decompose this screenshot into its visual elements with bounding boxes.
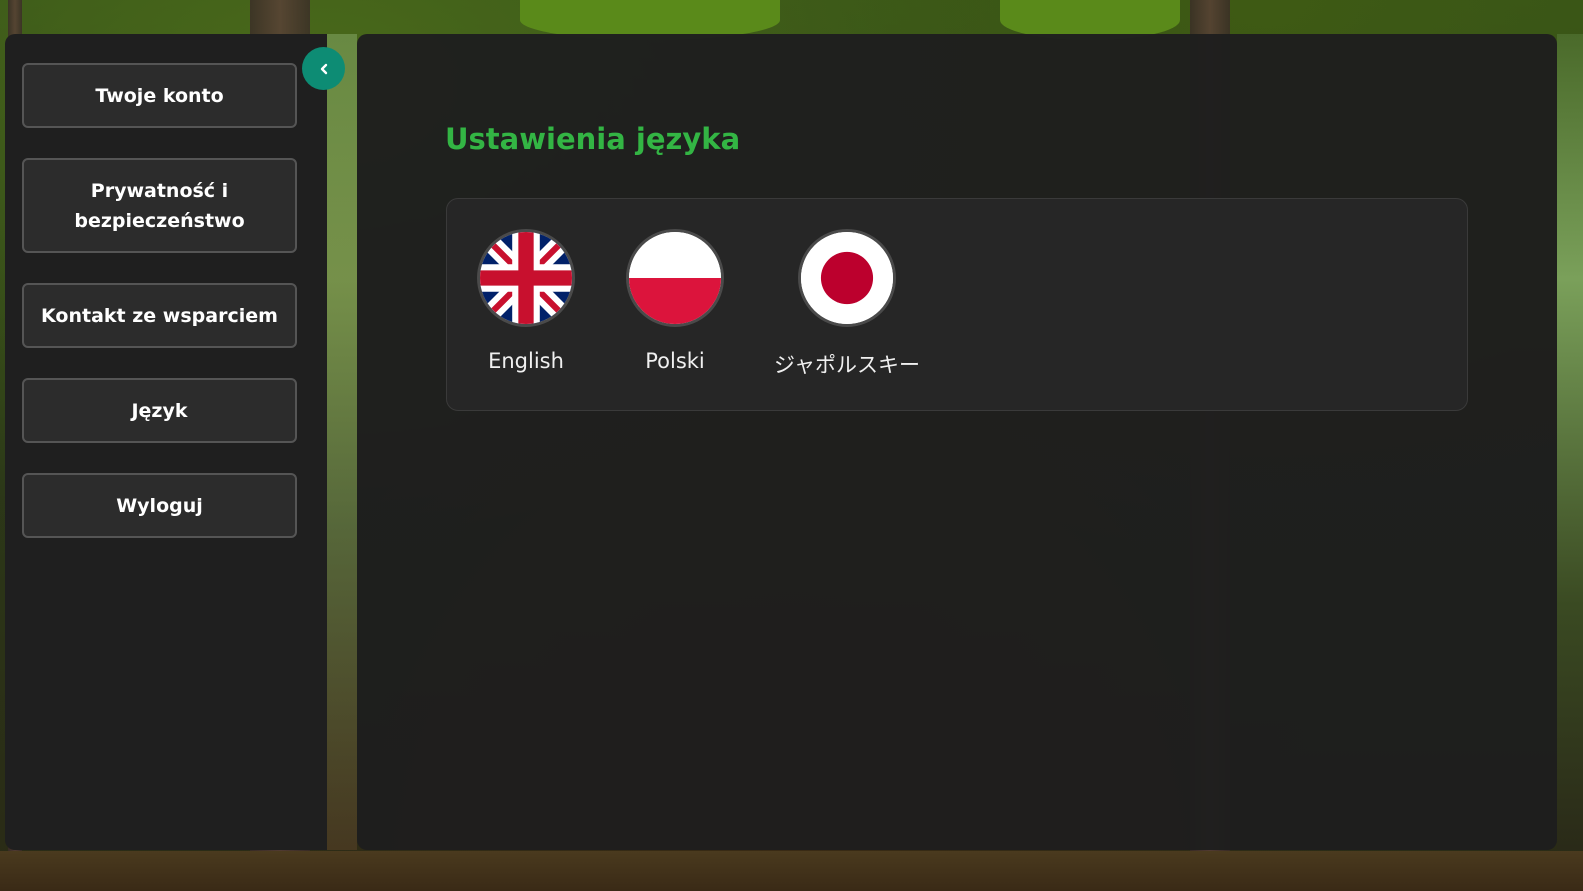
page-title: Ustawienia języka — [445, 122, 741, 156]
ground — [0, 851, 1583, 891]
chevron-left-icon — [320, 63, 327, 74]
language-options-card: English Polski ジャポルスキー — [446, 198, 1468, 411]
language-settings-panel: Ustawienia języka English Polski ジャポルスキー — [357, 34, 1557, 850]
language-option-english[interactable]: English — [477, 229, 575, 373]
sidebar-item-label: Prywatność i bezpieczeństwo — [74, 179, 245, 232]
language-label: Polski — [645, 349, 705, 373]
sidebar-item-language[interactable]: Język — [22, 378, 297, 443]
language-option-japanese[interactable]: ジャポルスキー — [774, 229, 920, 379]
sidebar-item-label: Wyloguj — [116, 494, 203, 517]
sidebar-item-label: Język — [131, 399, 188, 422]
background-edge — [1557, 34, 1583, 850]
sidebar-item-label: Twoje konto — [95, 84, 224, 107]
language-option-polish[interactable]: Polski — [626, 229, 724, 373]
poland-flag-icon — [626, 229, 724, 327]
sidebar-item-support[interactable]: Kontakt ze wsparciem — [22, 283, 297, 348]
sidebar-item-label: Kontakt ze wsparciem — [41, 304, 278, 327]
sidebar-item-account[interactable]: Twoje konto — [22, 63, 297, 128]
language-label: English — [488, 349, 564, 373]
collapse-sidebar-button[interactable] — [302, 47, 345, 90]
sidebar-item-logout[interactable]: Wyloguj — [22, 473, 297, 538]
uk-flag-icon — [477, 229, 575, 327]
language-label: ジャポルスキー — [774, 353, 920, 377]
japan-flag-icon — [797, 229, 896, 327]
sidebar-item-privacy-security[interactable]: Prywatność i bezpieczeństwo — [22, 158, 297, 253]
background-strip — [327, 34, 357, 850]
